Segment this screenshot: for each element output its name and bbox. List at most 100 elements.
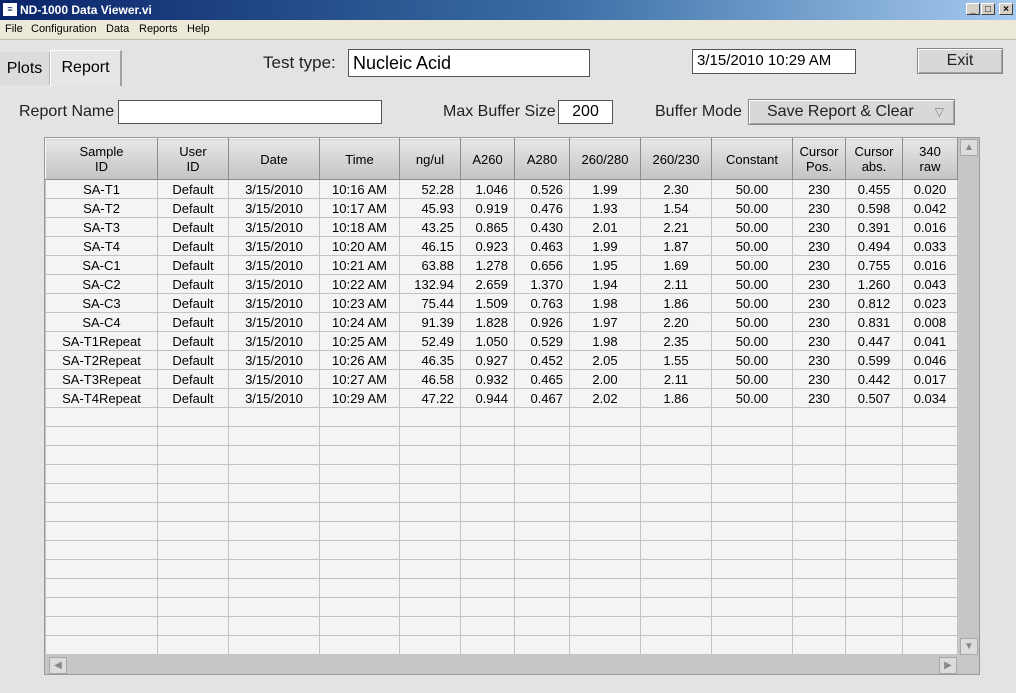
table-cell: 0.926: [514, 312, 570, 332]
empty-table-row[interactable]: [45, 635, 958, 655]
close-icon[interactable]: ×: [999, 3, 1013, 15]
max-buffer-input[interactable]: 200: [558, 100, 613, 124]
minimize-icon[interactable]: _: [966, 3, 980, 15]
table-cell: SA-T4: [45, 236, 158, 256]
table-cell: [569, 426, 641, 446]
tab-report[interactable]: Report: [50, 50, 122, 86]
empty-table-row[interactable]: [45, 578, 958, 598]
empty-table-row[interactable]: [45, 540, 958, 560]
table-cell: 1.828: [460, 312, 515, 332]
table-cell: 0.656: [514, 255, 570, 275]
column-header[interactable]: A260: [460, 138, 515, 180]
column-header[interactable]: Constant: [711, 138, 793, 180]
test-type-field[interactable]: Nucleic Acid: [348, 49, 590, 77]
table-cell: [845, 635, 903, 655]
table-cell: 230: [792, 179, 846, 199]
maximize-icon[interactable]: □: [981, 3, 995, 15]
column-header[interactable]: 260/280: [569, 138, 641, 180]
table-cell: [399, 559, 461, 579]
table-cell: 3/15/2010: [228, 312, 320, 332]
scroll-left-icon[interactable]: ◀: [49, 657, 67, 674]
empty-table-row[interactable]: [45, 426, 958, 446]
empty-table-row[interactable]: [45, 559, 958, 579]
table-cell: 43.25: [399, 217, 461, 237]
table-cell: [228, 635, 320, 655]
empty-table-row[interactable]: [45, 521, 958, 541]
vertical-scrollbar[interactable]: ▲ ▼: [959, 138, 979, 656]
report-name-input[interactable]: [118, 100, 382, 124]
table-cell: 3/15/2010: [228, 179, 320, 199]
table-cell: [902, 464, 958, 484]
column-header-line1: ng/ul: [415, 151, 445, 167]
table-row[interactable]: SA-T1 Default 3/15/2010 10:16 AM 52.28 1.046 0…: [45, 179, 958, 199]
table-cell: [514, 502, 570, 522]
empty-table-row[interactable]: [45, 483, 958, 503]
menu-help[interactable]: Help: [187, 23, 210, 35]
column-header[interactable]: Time: [319, 138, 400, 180]
table-cell: [792, 559, 846, 579]
table-cell: [319, 502, 400, 522]
menu-data[interactable]: Data: [106, 23, 129, 35]
table-row[interactable]: SA-T3Repeat Default 3/15/2010 10:27 AM 46.58…: [45, 369, 958, 389]
menu-file[interactable]: File: [5, 23, 23, 35]
empty-table-row[interactable]: [45, 464, 958, 484]
table-row[interactable]: SA-C4 Default 3/15/2010 10:24 AM 91.39 1.828 0…: [45, 312, 958, 332]
column-header[interactable]: A280: [514, 138, 570, 180]
table-row[interactable]: SA-T2 Default 3/15/2010 10:17 AM 45.93 0.919 0…: [45, 198, 958, 218]
menu-configuration[interactable]: Configuration: [31, 23, 96, 35]
table-row[interactable]: SA-C3 Default 3/15/2010 10:23 AM 75.44 1.509 0…: [45, 293, 958, 313]
empty-table-row[interactable]: [45, 445, 958, 465]
app-icon[interactable]: ≡: [3, 3, 17, 16]
table-cell: [640, 616, 712, 636]
table-cell: [902, 426, 958, 446]
empty-table-row[interactable]: [45, 502, 958, 522]
scroll-up-icon[interactable]: ▲: [960, 139, 978, 156]
buffer-mode-label: Buffer Mode: [655, 103, 742, 120]
table-row[interactable]: SA-T4 Default 3/15/2010 10:20 AM 46.15 0.923 0…: [45, 236, 958, 256]
table-cell: [399, 407, 461, 427]
horizontal-scrollbar[interactable]: ◀ ▶: [45, 656, 959, 674]
column-header[interactable]: Cursor Pos.: [792, 138, 846, 180]
table-cell: [157, 540, 229, 560]
table-cell: [569, 559, 641, 579]
column-header[interactable]: 340 raw: [902, 138, 958, 180]
table-cell: 3/15/2010: [228, 350, 320, 370]
table-cell: 0.452: [514, 350, 570, 370]
table-row[interactable]: SA-T2Repeat Default 3/15/2010 10:26 AM 46.35…: [45, 350, 958, 370]
column-header[interactable]: 260/230: [640, 138, 712, 180]
table-cell: [640, 502, 712, 522]
buffer-mode-select[interactable]: Save Report & Clear ▽: [748, 99, 955, 125]
table-cell: 230: [792, 369, 846, 389]
column-header[interactable]: Cursor abs.: [845, 138, 903, 180]
tab-plots[interactable]: Plots: [0, 52, 50, 85]
table-cell: [45, 616, 158, 636]
table-cell: 0.526: [514, 179, 570, 199]
table-row[interactable]: SA-C1 Default 3/15/2010 10:21 AM 63.88 1.278 0…: [45, 255, 958, 275]
scroll-right-icon[interactable]: ▶: [939, 657, 957, 674]
table-cell: [569, 445, 641, 465]
table-cell: 0.023: [902, 293, 958, 313]
scroll-down-icon[interactable]: ▼: [960, 638, 978, 655]
column-header[interactable]: User ID: [157, 138, 229, 180]
table-cell: [845, 578, 903, 598]
table-cell: Default: [157, 198, 229, 218]
column-header[interactable]: ng/ul: [399, 138, 461, 180]
column-header[interactable]: Date: [228, 138, 320, 180]
empty-table-row[interactable]: [45, 407, 958, 427]
table-row[interactable]: SA-T3 Default 3/15/2010 10:18 AM 43.25 0.865 0…: [45, 217, 958, 237]
menu-reports[interactable]: Reports: [139, 23, 178, 35]
table-row[interactable]: SA-T1Repeat Default 3/15/2010 10:25 AM 52.49…: [45, 331, 958, 351]
table-cell: 46.58: [399, 369, 461, 389]
empty-table-row[interactable]: [45, 597, 958, 617]
empty-table-row[interactable]: [45, 616, 958, 636]
column-header[interactable]: Sample ID: [45, 138, 158, 180]
table-cell: 1.93: [569, 198, 641, 218]
table-cell: [157, 483, 229, 503]
table-row[interactable]: SA-T4Repeat Default 3/15/2010 10:29 AM 47.22…: [45, 388, 958, 408]
table-cell: [569, 578, 641, 598]
table-cell: 1.260: [845, 274, 903, 294]
exit-button[interactable]: Exit: [917, 48, 1003, 74]
table-cell: [711, 616, 793, 636]
table-row[interactable]: SA-C2 Default 3/15/2010 10:22 AM 132.94 2.659…: [45, 274, 958, 294]
table-cell: 3/15/2010: [228, 255, 320, 275]
